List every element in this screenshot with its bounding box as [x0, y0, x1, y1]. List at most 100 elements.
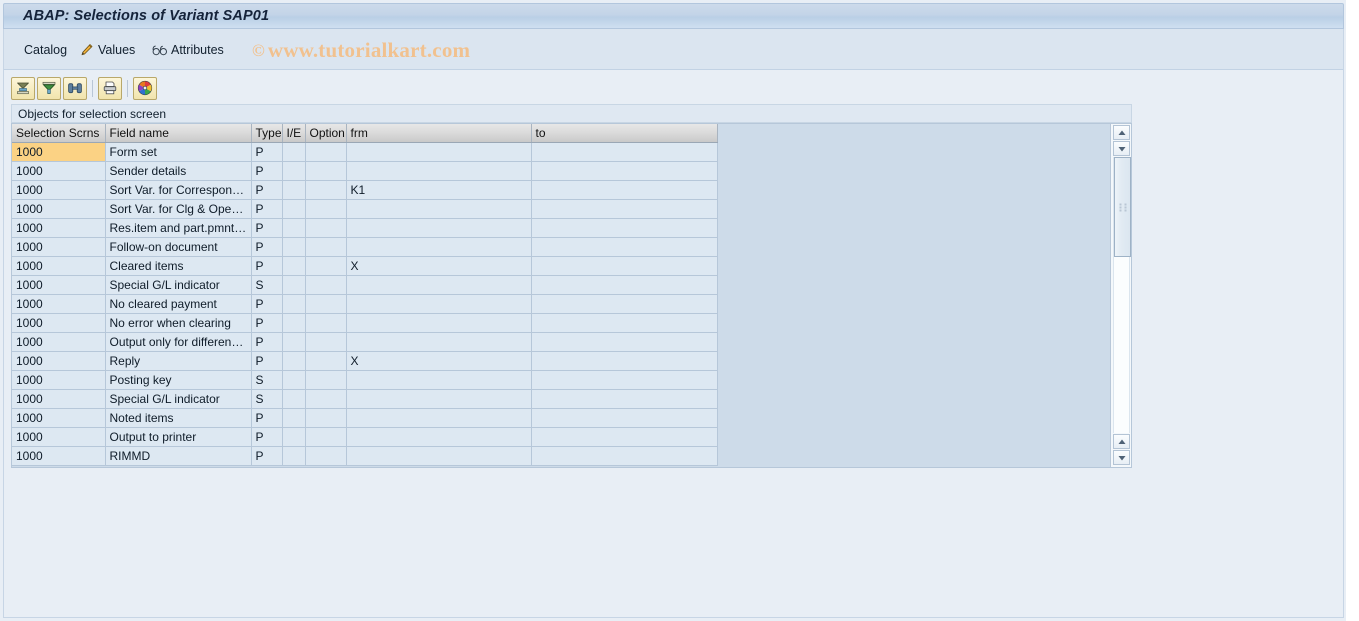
table-row[interactable]: 1000 Noted items P — [12, 408, 718, 428]
cell-ie[interactable] — [282, 351, 306, 371]
cell-ie[interactable] — [282, 294, 306, 314]
cell-frm[interactable]: K1 — [346, 180, 532, 200]
cell-selection-scrns[interactable]: 1000 — [12, 161, 106, 181]
cell-ie[interactable] — [282, 313, 306, 333]
cell-type[interactable]: P — [251, 161, 283, 181]
cell-opt[interactable] — [305, 142, 347, 162]
cell-opt[interactable] — [305, 313, 347, 333]
cell-to[interactable] — [531, 237, 718, 257]
cell-ie[interactable] — [282, 275, 306, 295]
cell-to[interactable] — [531, 199, 718, 219]
cell-opt[interactable] — [305, 370, 347, 390]
cell-selection-scrns[interactable]: 1000 — [12, 389, 106, 409]
cell-frm[interactable] — [346, 427, 532, 447]
cell-ie[interactable] — [282, 161, 306, 181]
cell-to[interactable] — [531, 446, 718, 466]
cell-frm[interactable] — [346, 142, 532, 162]
cell-to[interactable] — [531, 351, 718, 371]
cell-opt[interactable] — [305, 389, 347, 409]
cell-opt[interactable] — [305, 408, 347, 428]
cell-type[interactable]: P — [251, 294, 283, 314]
cell-type[interactable]: P — [251, 446, 283, 466]
cell-to[interactable] — [531, 161, 718, 181]
menu-item-values[interactable]: Values — [79, 41, 135, 59]
cell-ie[interactable] — [282, 408, 306, 428]
cell-to[interactable] — [531, 427, 718, 447]
cell-field-name[interactable]: No cleared payment — [105, 294, 252, 314]
cell-selection-scrns[interactable]: 1000 — [12, 351, 106, 371]
table-row[interactable]: 1000 No error when clearing P — [12, 313, 718, 333]
cell-selection-scrns[interactable]: 1000 — [12, 427, 106, 447]
cell-type[interactable]: P — [251, 408, 283, 428]
cell-selection-scrns[interactable]: 1000 — [12, 408, 106, 428]
cell-type[interactable]: P — [251, 237, 283, 257]
cell-opt[interactable] — [305, 237, 347, 257]
cell-field-name[interactable]: Output to printer — [105, 427, 252, 447]
cell-frm[interactable] — [346, 446, 532, 466]
cell-field-name[interactable]: Output only for differen… — [105, 332, 252, 352]
cell-frm[interactable] — [346, 294, 532, 314]
cell-frm[interactable] — [346, 237, 532, 257]
cell-ie[interactable] — [282, 199, 306, 219]
column-header-frm[interactable]: frm — [346, 124, 532, 143]
table-row[interactable]: 1000 Output only for differen… P — [12, 332, 718, 352]
column-header-selection-scrns[interactable]: Selection Scrns — [12, 124, 106, 143]
cell-field-name[interactable]: Sort Var. for Clg & Ope… — [105, 199, 252, 219]
table-row[interactable]: 1000 Reply P X — [12, 351, 718, 371]
cell-selection-scrns[interactable]: 1000 — [12, 218, 106, 238]
cell-frm[interactable] — [346, 161, 532, 181]
selection-objects-grid[interactable]: Selection Scrns Field name Type I/E Opti… — [11, 123, 1132, 468]
cell-ie[interactable] — [282, 332, 306, 352]
cell-to[interactable] — [531, 180, 718, 200]
scroll-down-top-button[interactable] — [1113, 141, 1130, 156]
table-row[interactable]: 1000 Sort Var. for Clg & Ope… P — [12, 199, 718, 219]
cell-type[interactable]: P — [251, 218, 283, 238]
cell-frm[interactable] — [346, 408, 532, 428]
cell-field-name[interactable]: Reply — [105, 351, 252, 371]
cell-to[interactable] — [531, 142, 718, 162]
cell-to[interactable] — [531, 256, 718, 276]
cell-to[interactable] — [531, 313, 718, 333]
scrollbar-track[interactable] — [1113, 157, 1131, 433]
column-header-type[interactable]: Type — [251, 124, 283, 143]
column-header-option[interactable]: Option — [305, 124, 347, 143]
scrollbar-thumb[interactable] — [1114, 157, 1131, 257]
table-row[interactable]: 1000 Special G/L indicator S — [12, 275, 718, 295]
cell-selection-scrns[interactable]: 1000 — [12, 199, 106, 219]
cell-frm[interactable] — [346, 313, 532, 333]
cell-to[interactable] — [531, 294, 718, 314]
cell-opt[interactable] — [305, 180, 347, 200]
table-row[interactable]: 1000 Cleared items P X — [12, 256, 718, 276]
menu-item-attributes[interactable]: Attributes — [152, 41, 224, 59]
cell-opt[interactable] — [305, 256, 347, 276]
cell-frm[interactable] — [346, 275, 532, 295]
table-row[interactable]: 1000 Posting key S — [12, 370, 718, 390]
color-settings-button[interactable] — [133, 76, 157, 100]
cell-type[interactable]: P — [251, 351, 283, 371]
cell-ie[interactable] — [282, 180, 306, 200]
cell-type[interactable]: P — [251, 180, 283, 200]
cell-field-name[interactable]: Cleared items — [105, 256, 252, 276]
cell-to[interactable] — [531, 389, 718, 409]
cell-frm[interactable] — [346, 389, 532, 409]
table-row[interactable]: 1000 Output to printer P — [12, 427, 718, 447]
cell-field-name[interactable]: RIMMD — [105, 446, 252, 466]
cell-ie[interactable] — [282, 142, 306, 162]
cell-type[interactable]: S — [251, 389, 283, 409]
cell-type[interactable]: P — [251, 199, 283, 219]
cell-frm[interactable]: X — [346, 351, 532, 371]
cell-frm[interactable] — [346, 199, 532, 219]
cell-selection-scrns[interactable]: 1000 — [12, 313, 106, 333]
table-row[interactable]: 1000 RIMMD P — [12, 446, 718, 466]
cell-ie[interactable] — [282, 427, 306, 447]
table-row[interactable]: 1000 Sort Var. for Correspon… P K1 — [12, 180, 718, 200]
cell-ie[interactable] — [282, 218, 306, 238]
cell-field-name[interactable]: Sender details — [105, 161, 252, 181]
cell-opt[interactable] — [305, 332, 347, 352]
cell-type[interactable]: P — [251, 332, 283, 352]
cell-to[interactable] — [531, 408, 718, 428]
cell-type[interactable]: P — [251, 142, 283, 162]
cell-ie[interactable] — [282, 237, 306, 257]
table-row[interactable]: 1000 Special G/L indicator S — [12, 389, 718, 409]
cell-opt[interactable] — [305, 161, 347, 181]
